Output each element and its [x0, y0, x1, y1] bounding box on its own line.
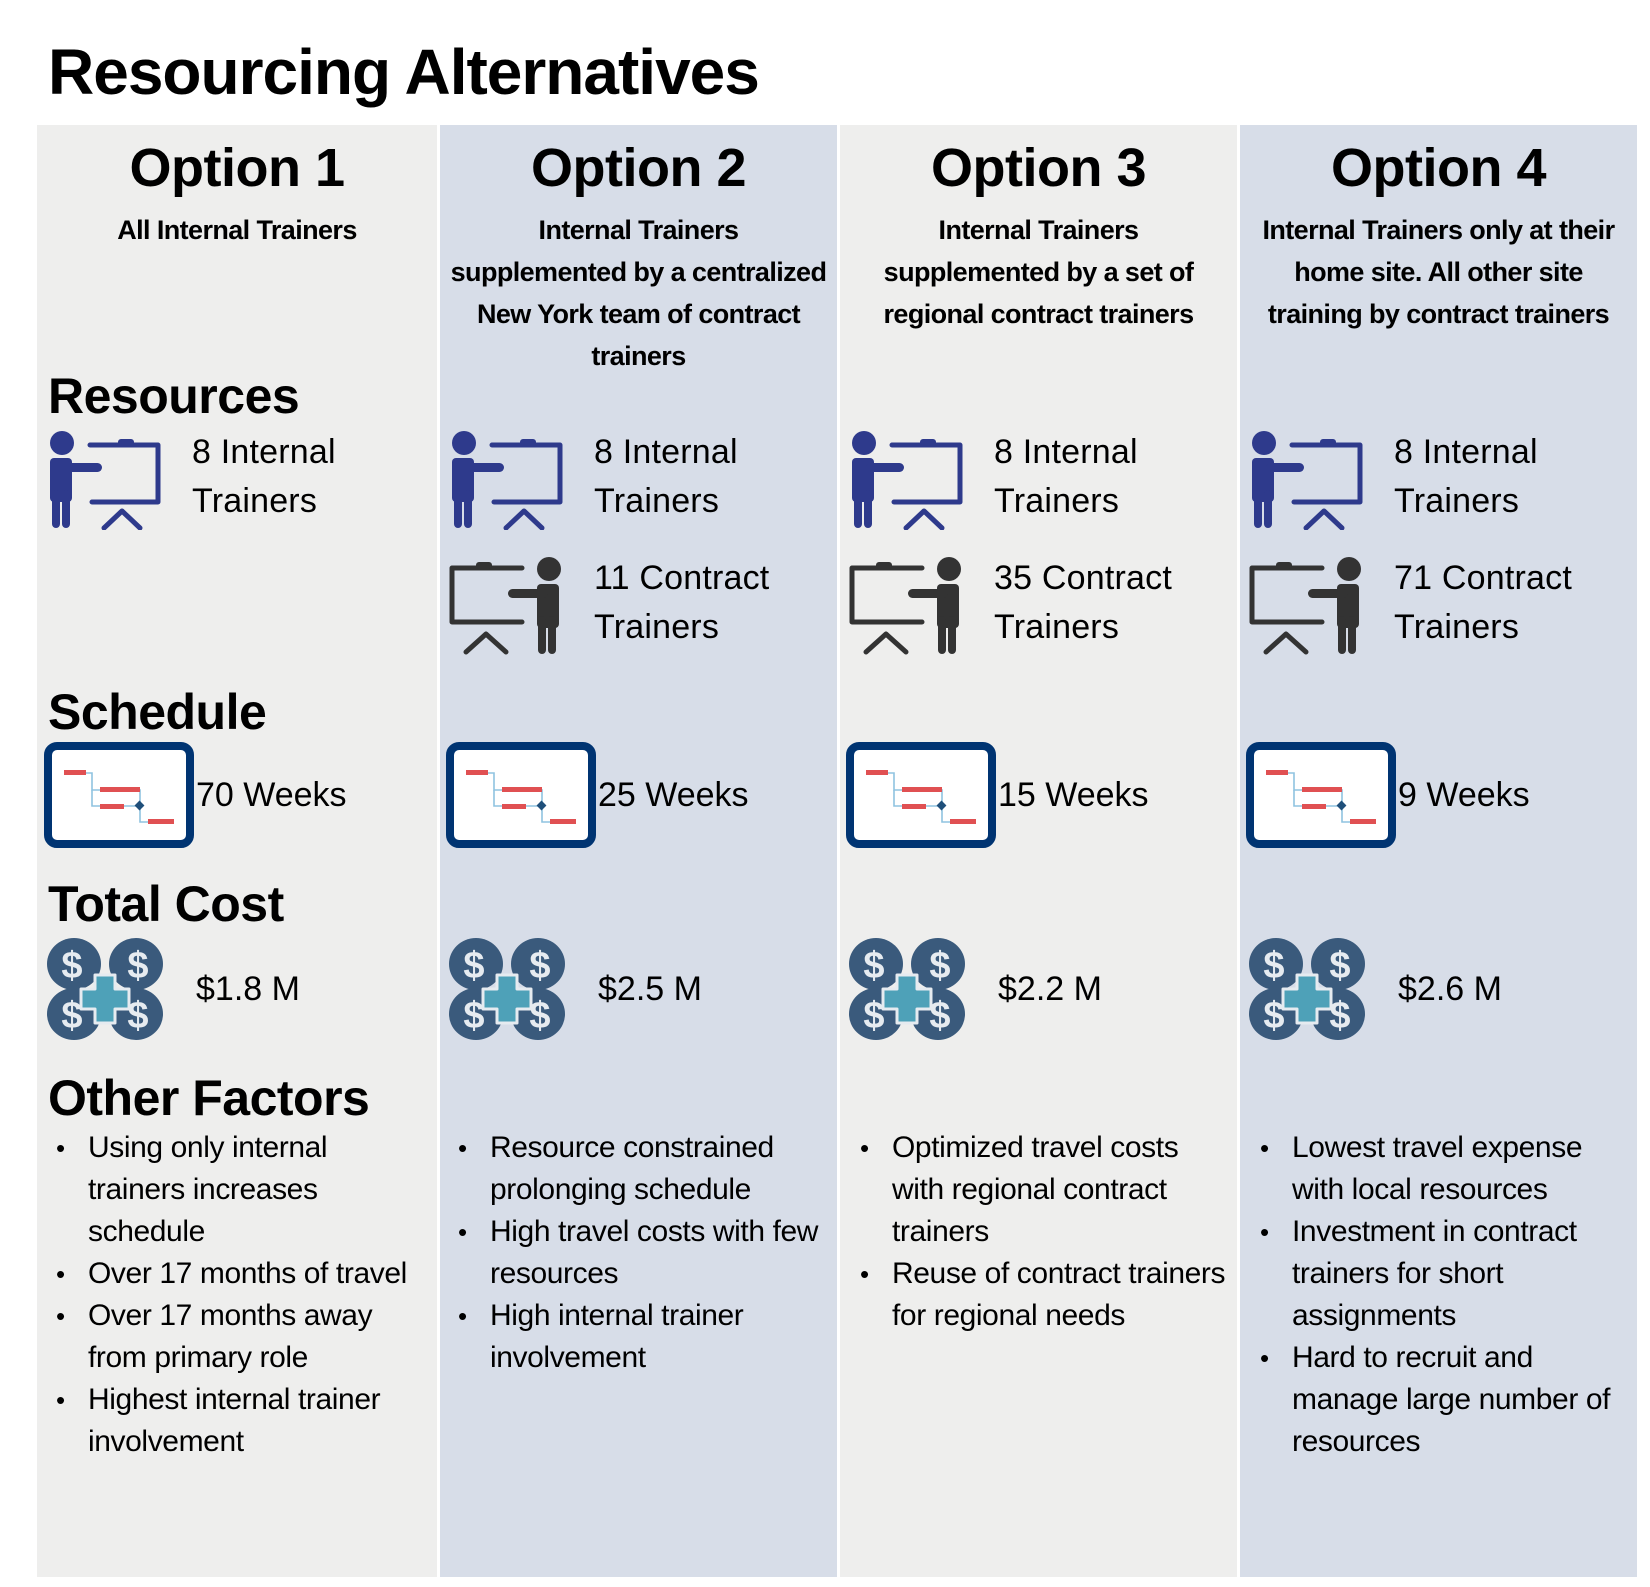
section-heading-schedule: Schedule — [48, 684, 267, 740]
schedule-row: 25 Weeks — [446, 742, 749, 848]
internal-trainer-icon — [1248, 430, 1366, 530]
internal-trainers-count: 8 Internal Trainers — [1394, 428, 1538, 526]
total-cost-value: $2.5 M — [598, 970, 702, 1008]
internal-count-label: 8 Internal — [1394, 433, 1538, 471]
contract-count-label: 11 Contract — [594, 559, 770, 597]
contract-trainers-count: 35 Contract Trainers — [994, 554, 1172, 652]
factor-item: Over 17 months of travel — [46, 1253, 426, 1295]
contract-trainers-label: Trainers — [994, 608, 1120, 646]
internal-trainers-count: 8 Internal Trainers — [192, 428, 336, 526]
section-heading-resources: Resources — [48, 368, 300, 424]
option-subtitle: All Internal Trainers — [117, 215, 357, 245]
cost-row: $2.2 M — [846, 936, 1102, 1042]
other-factors-list: Lowest travel expense with local resourc… — [1250, 1127, 1635, 1463]
other-factors-list: Using only internal trainers increases s… — [46, 1127, 426, 1463]
schedule-row: 15 Weeks — [846, 742, 1149, 848]
factor-item: Using only internal trainers increases s… — [46, 1127, 426, 1253]
factor-item: Lowest travel expense with local resourc… — [1250, 1127, 1635, 1211]
money-plus-icon — [1246, 936, 1368, 1042]
contract-trainers-label: Trainers — [1394, 608, 1520, 646]
contract-trainers-label: Trainers — [594, 608, 720, 646]
internal-trainers-row: 8 Internal Trainers — [848, 430, 1138, 530]
section-heading-total-cost: Total Cost — [48, 876, 284, 932]
factor-item: Over 17 months away from primary role — [46, 1295, 426, 1379]
factor-item: High travel costs with few resources — [448, 1211, 828, 1295]
cost-row: $2.5 M — [446, 936, 702, 1042]
contract-trainer-icon — [1248, 556, 1366, 656]
internal-trainers-label: Trainers — [192, 482, 318, 520]
gantt-chart-icon — [846, 742, 996, 848]
option-title: Option 4 — [1331, 138, 1546, 198]
section-heading-other-factors: Other Factors — [48, 1070, 370, 1126]
contract-trainers-row: 11 Contract Trainers — [448, 556, 769, 656]
schedule-duration: 9 Weeks — [1398, 776, 1530, 814]
internal-trainers-label: Trainers — [994, 482, 1120, 520]
other-factors-list: Resource constrained prolonging schedule… — [448, 1127, 828, 1379]
money-plus-icon — [446, 936, 568, 1042]
gantt-chart-icon — [446, 742, 596, 848]
internal-trainers-label: Trainers — [1394, 482, 1520, 520]
factor-item: Optimized travel costs with regional con… — [850, 1127, 1230, 1253]
internal-trainers-count: 8 Internal Trainers — [994, 428, 1138, 526]
contract-trainers-count: 71 Contract Trainers — [1394, 554, 1572, 652]
internal-trainer-icon — [448, 430, 566, 530]
option-title: Option 3 — [931, 138, 1146, 198]
schedule-duration: 25 Weeks — [598, 776, 749, 814]
page-title: Resourcing Alternatives — [48, 36, 760, 108]
schedule-duration: 70 Weeks — [196, 776, 347, 814]
internal-trainer-icon — [848, 430, 966, 530]
schedule-row: 70 Weeks — [44, 742, 347, 848]
option-subtitle: Internal Trainers supplemented by a set … — [883, 215, 1195, 329]
schedule-duration: 15 Weeks — [998, 776, 1149, 814]
option-3-panel: Option 3 Internal Trainers supplemented … — [840, 125, 1237, 1577]
internal-trainers-count: 8 Internal Trainers — [594, 428, 738, 526]
contract-trainer-icon — [448, 556, 566, 656]
internal-trainers-row: 8 Internal Trainers — [448, 430, 738, 530]
contract-trainers-row: 71 Contract Trainers — [1248, 556, 1572, 656]
factor-item: Highest internal trainer involvement — [46, 1379, 426, 1463]
factor-item: Investment in contract trainers for shor… — [1250, 1211, 1635, 1337]
internal-count-label: 8 Internal — [594, 433, 738, 471]
internal-count-label: 8 Internal — [994, 433, 1138, 471]
schedule-row: 9 Weeks — [1246, 742, 1530, 848]
factor-item: High internal trainer involvement — [448, 1295, 828, 1379]
option-subtitle: Internal Trainers only at their home sit… — [1262, 215, 1615, 329]
option-title: Option 2 — [531, 138, 746, 198]
factor-item: Resource constrained prolonging schedule — [448, 1127, 828, 1211]
total-cost-value: $2.2 M — [998, 970, 1102, 1008]
internal-trainer-icon — [46, 430, 164, 530]
cost-row: $2.6 M — [1246, 936, 1502, 1042]
total-cost-value: $2.6 M — [1398, 970, 1502, 1008]
contract-count-label: 35 Contract — [994, 559, 1172, 597]
option-subtitle: Internal Trainers supplemented by a cent… — [450, 215, 827, 371]
total-cost-value: $1.8 M — [196, 970, 300, 1008]
option-title: Option 1 — [129, 138, 345, 198]
gantt-chart-icon — [44, 742, 194, 848]
contract-count-label: 71 Contract — [1394, 559, 1572, 597]
contract-trainers-count: 11 Contract Trainers — [594, 554, 769, 652]
internal-trainers-row: 8 Internal Trainers — [1248, 430, 1538, 530]
internal-trainers-label: Trainers — [594, 482, 720, 520]
other-factors-list: Optimized travel costs with regional con… — [850, 1127, 1230, 1337]
gantt-chart-icon — [1246, 742, 1396, 848]
cost-row: $1.8 M — [44, 936, 300, 1042]
internal-trainers-row: 8 Internal Trainers — [46, 430, 336, 530]
money-plus-icon — [846, 936, 968, 1042]
factor-item: Hard to recruit and manage large number … — [1250, 1337, 1635, 1463]
internal-count-label: 8 Internal — [192, 433, 336, 471]
money-plus-icon — [44, 936, 166, 1042]
contract-trainers-row: 35 Contract Trainers — [848, 556, 1172, 656]
contract-trainer-icon — [848, 556, 966, 656]
factor-item: Reuse of contract trainers for regional … — [850, 1253, 1230, 1337]
